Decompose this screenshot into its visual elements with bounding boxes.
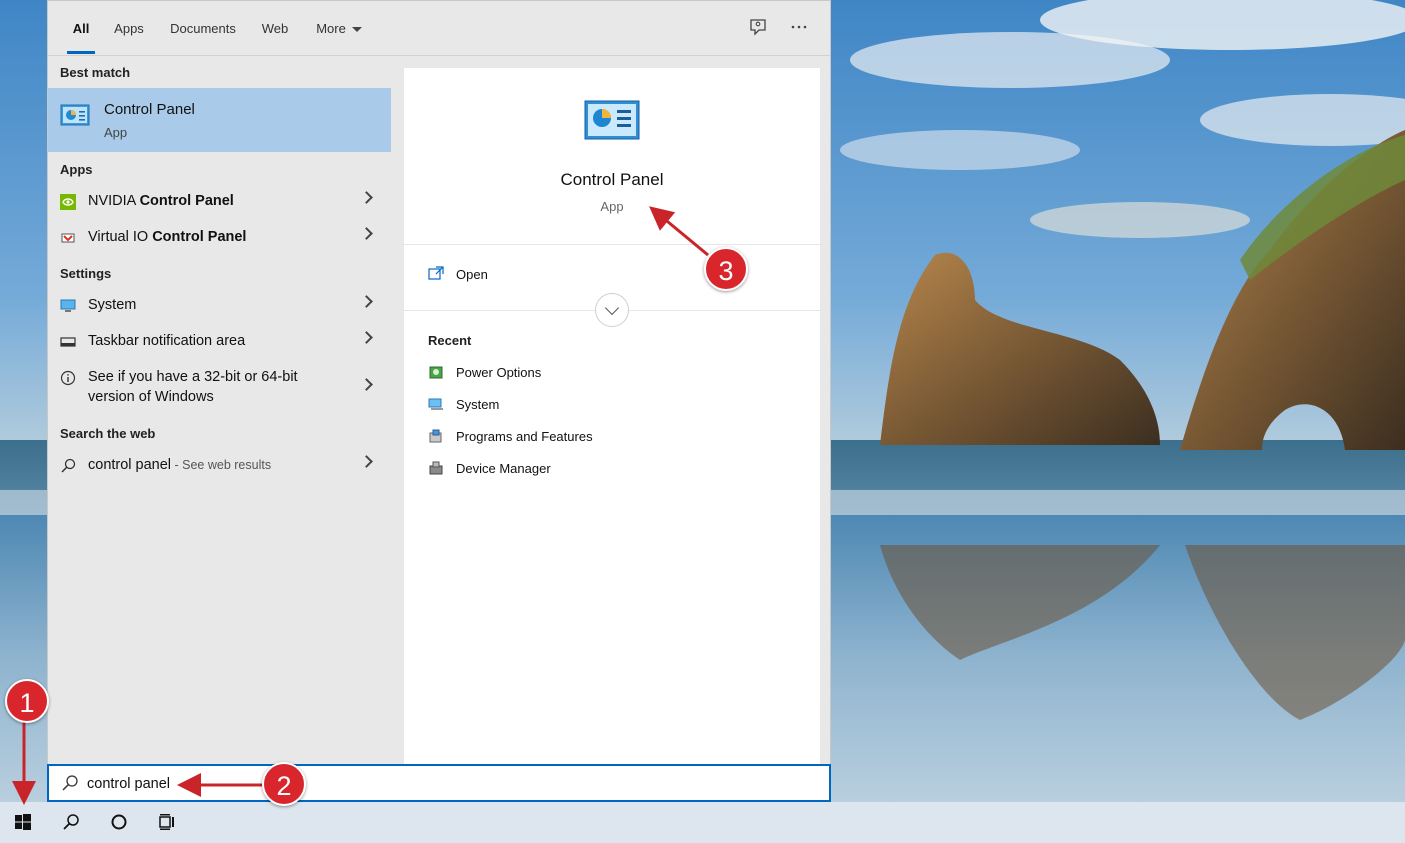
annotation-badge-2: 2 xyxy=(262,762,306,806)
preview-subtitle: App xyxy=(600,199,624,214)
app-item-label: Virtual IO Control Panel xyxy=(88,229,247,245)
recent-item-label: System xyxy=(456,397,500,412)
info-icon xyxy=(60,370,76,386)
start-button[interactable] xyxy=(0,802,48,843)
task-view-button[interactable] xyxy=(144,802,192,843)
recent-header: Recent xyxy=(428,333,472,348)
cortana-icon xyxy=(111,814,127,830)
settings-header: Settings xyxy=(60,266,112,281)
recent-item-device-manager[interactable]: Device Manager xyxy=(428,458,668,482)
settings-item-label: System xyxy=(88,297,137,313)
search-web-header: Search the web xyxy=(60,426,156,441)
recent-item-system[interactable]: System xyxy=(428,394,668,418)
tab-more-label: More xyxy=(316,21,346,36)
nvidia-icon xyxy=(60,194,76,210)
recent-item-label: Device Manager xyxy=(456,461,551,476)
settings-item-system[interactable]: System xyxy=(48,288,391,324)
settings-item-32-64-bit[interactable]: See if you have a 32-bit or 64-bit versi… xyxy=(48,360,391,416)
programs-icon xyxy=(429,429,442,443)
settings-item-label: Taskbar notification area xyxy=(88,333,246,349)
ellipsis-icon[interactable] xyxy=(788,18,810,40)
search-icon xyxy=(62,775,78,791)
recent-item-label: Power Options xyxy=(456,365,542,380)
tab-apps[interactable]: Apps xyxy=(112,1,146,56)
search-icon xyxy=(63,814,79,830)
preview-pane: Control Panel App Open Recent Power Opti… xyxy=(404,68,820,766)
recent-item-programs-features[interactable]: Programs and Features xyxy=(428,426,668,450)
search-button[interactable] xyxy=(48,802,96,843)
tab-web[interactable]: Web xyxy=(260,1,290,56)
best-match-header: Best match xyxy=(60,65,131,80)
expand-button[interactable] xyxy=(595,293,629,327)
recent-item-label: Programs and Features xyxy=(456,429,593,444)
best-match-title: Control Panel xyxy=(104,101,195,118)
chevron-right-icon[interactable] xyxy=(360,191,373,204)
chevron-right-icon[interactable] xyxy=(360,378,373,391)
taskbar xyxy=(0,802,1405,843)
chevron-right-icon[interactable] xyxy=(360,455,373,468)
best-match-subtitle: App xyxy=(104,125,128,140)
search-flyout: All Apps Documents Web More Best match C… xyxy=(47,0,831,802)
chevron-right-icon[interactable] xyxy=(360,331,373,344)
virtual-io-icon xyxy=(61,233,75,243)
chevron-right-icon[interactable] xyxy=(360,227,373,240)
annotation-badge-1: 1 xyxy=(5,679,49,723)
apps-header: Apps xyxy=(60,162,93,177)
tab-all[interactable]: All xyxy=(67,1,95,56)
app-item-virtual-io[interactable]: Virtual IO Control Panel xyxy=(48,220,391,256)
recent-item-power-options[interactable]: Power Options xyxy=(428,362,668,386)
search-box[interactable] xyxy=(47,764,831,802)
web-result-label: control panel - See web results xyxy=(88,457,272,473)
control-panel-icon xyxy=(584,100,640,140)
app-item-label: NVIDIA Control Panel xyxy=(88,193,234,209)
search-icon xyxy=(61,458,76,473)
preview-title: Control Panel xyxy=(560,170,664,189)
task-view-icon xyxy=(159,814,174,830)
open-icon xyxy=(428,266,444,280)
divider xyxy=(404,244,820,245)
power-options-icon xyxy=(429,366,443,379)
chevron-right-icon[interactable] xyxy=(360,295,373,308)
device-manager-icon xyxy=(429,461,443,475)
search-tabs: All Apps Documents Web More xyxy=(48,1,830,56)
control-panel-icon xyxy=(60,104,90,126)
feedback-icon[interactable] xyxy=(747,18,769,40)
monitor-icon xyxy=(60,299,76,312)
settings-item-label-line1: See if you have a 32-bit or 64-bit xyxy=(88,369,298,385)
taskbar-icon xyxy=(60,337,76,347)
search-input[interactable] xyxy=(87,774,787,794)
annotation-badge-3: 3 xyxy=(704,247,748,291)
web-result-item[interactable]: control panel - See web results xyxy=(48,448,391,484)
settings-item-taskbar[interactable]: Taskbar notification area xyxy=(48,324,391,360)
chevron-down-icon xyxy=(351,27,362,33)
open-label: Open xyxy=(456,267,488,282)
system-icon xyxy=(428,398,443,410)
results-list: Best match Control Panel App Apps NVIDIA… xyxy=(48,56,391,766)
tab-documents[interactable]: Documents xyxy=(168,1,238,56)
settings-item-label-line2: version of Windows xyxy=(88,389,214,405)
windows-logo-icon xyxy=(15,814,31,830)
open-button[interactable]: Open xyxy=(428,263,578,287)
best-match-item[interactable]: Control Panel App xyxy=(48,88,391,152)
app-item-nvidia[interactable]: NVIDIA Control Panel xyxy=(48,184,391,220)
tab-more[interactable]: More xyxy=(314,1,364,56)
cortana-button[interactable] xyxy=(96,802,144,843)
